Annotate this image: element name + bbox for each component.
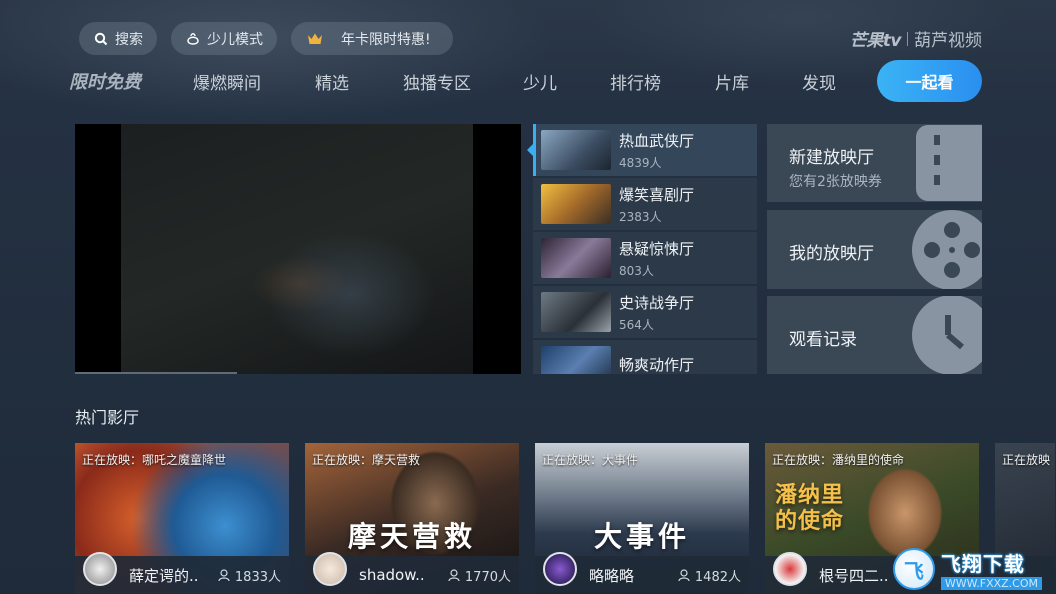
- viewer-count-text: 1833人: [234, 569, 281, 585]
- poster-title: 潘纳里的使命: [775, 483, 845, 534]
- hulu-video-logo: 葫芦视频: [914, 31, 982, 51]
- annual-offer-button[interactable]: 年卡限时特惠!: [291, 22, 453, 55]
- nav-item-kids[interactable]: 少儿: [523, 69, 557, 94]
- watermark-title: 飞翔下载: [940, 552, 1025, 576]
- search-button[interactable]: 搜索: [79, 22, 157, 55]
- host-name: 略略略: [589, 566, 635, 585]
- new-hall-title: 新建放映厅: [789, 148, 874, 168]
- video-player[interactable]: [75, 124, 521, 374]
- watermark-url: WWW.FXXZ.COM: [940, 577, 1042, 590]
- hall-item-comedy[interactable]: 爆笑喜剧厅 2383人: [533, 178, 757, 230]
- hall-thumbnail: [541, 184, 611, 224]
- top-bar: 搜索 少儿模式 年卡限时特惠!: [79, 22, 453, 55]
- history-title: 观看记录: [789, 330, 857, 350]
- hall-info-bar: 略略略 1482人: [535, 552, 749, 594]
- nav-free-limited[interactable]: 限时免费: [69, 68, 141, 94]
- hall-thumbnail: [541, 238, 611, 278]
- now-playing-text: 正在放映：哪吒之魔童降世: [82, 453, 227, 467]
- hall-item-war[interactable]: 史诗战争厅 564人: [533, 286, 757, 338]
- viewer-count: 1482人: [678, 566, 741, 585]
- hall-info-bar: shadow.. 1770人: [305, 552, 519, 594]
- user-icon: [448, 568, 460, 581]
- history-card[interactable]: 观看记录: [767, 296, 982, 374]
- hall-count: 803人: [619, 263, 654, 278]
- search-icon: [93, 31, 109, 47]
- new-hall-card[interactable]: 新建放映厅 您有2张放映券: [767, 124, 982, 202]
- user-icon: [678, 568, 690, 581]
- avatar: [543, 552, 577, 586]
- video-progress-bar: [75, 372, 237, 374]
- viewer-count: 1770人: [448, 566, 511, 585]
- poster-title: 大事件: [593, 520, 690, 553]
- hall-item-wuxia[interactable]: 热血武侠厅 4839人: [533, 124, 757, 176]
- now-playing-text: 正在放映：潘纳里的使命: [772, 453, 905, 467]
- hall-thumbnail: [541, 292, 611, 332]
- my-hall-title: 我的放映厅: [789, 244, 874, 264]
- poster-title: 摩天营救: [347, 520, 476, 553]
- user-icon: [218, 568, 230, 581]
- now-playing-text: 正在放映: [1002, 453, 1051, 467]
- hall-name: 畅爽动作厅: [619, 356, 695, 374]
- site-watermark: 飞 飞翔下载 WWW.FXXZ.COM: [892, 548, 1042, 590]
- hall-item-action[interactable]: 畅爽动作厅: [533, 340, 757, 374]
- viewer-count: 1833人: [218, 566, 281, 585]
- nav-item-exclusive[interactable]: 独播专区: [403, 69, 471, 94]
- hall-count: 4839人: [619, 155, 662, 170]
- watermark-logo-icon: 飞: [892, 548, 935, 590]
- now-playing-text: 正在放映：摩天营救: [312, 453, 421, 467]
- brand-logo: 芒果tv 葫芦视频: [850, 26, 982, 51]
- hot-halls-heading: 热门影厅: [75, 408, 140, 427]
- hall-count: 564人: [619, 317, 654, 332]
- mango-tv-logo: 芒果tv: [849, 31, 902, 51]
- annual-offer-label: 年卡限时特惠!: [341, 31, 431, 48]
- main-nav: 限时免费 爆燃瞬间 精选 独播专区 少儿 排行榜 片库 发现: [69, 60, 836, 102]
- tickets-text: 您有2张放映券: [789, 174, 882, 190]
- now-playing-text: 正在放映：大事件: [542, 453, 639, 467]
- viewer-count-text: 1770人: [464, 569, 511, 585]
- hot-hall-card[interactable]: 正在放映：大事件 大事件 略略略 1482人: [535, 443, 749, 594]
- hot-hall-card[interactable]: 正在放映：摩天营救 摩天营救 shadow.. 1770人: [305, 443, 519, 594]
- nav-item-rankings[interactable]: 排行榜: [610, 69, 661, 94]
- hall-list: 热血武侠厅 4839人 爆笑喜剧厅 2383人 悬疑惊悚厅 803人 史诗战争厅…: [533, 124, 757, 374]
- ticket-icon: [916, 125, 982, 201]
- my-hall-card[interactable]: 我的放映厅: [767, 210, 982, 289]
- host-name: 根号四二..: [819, 566, 889, 585]
- search-label: 搜索: [115, 31, 143, 48]
- nav-item-discover[interactable]: 发现: [802, 69, 836, 94]
- kids-mode-button[interactable]: 少儿模式: [171, 22, 277, 55]
- film-reel-icon: [912, 210, 982, 289]
- hall-name: 悬疑惊悚厅: [619, 239, 695, 258]
- host-name: shadow..: [359, 566, 425, 584]
- hot-hall-card[interactable]: 正在放映：哪吒之魔童降世 薛定谔的.. 1833人: [75, 443, 289, 594]
- avatar: [313, 552, 347, 586]
- nav-item-library[interactable]: 片库: [715, 69, 749, 94]
- hall-thumbnail: [541, 130, 611, 170]
- avatar: [83, 552, 117, 586]
- hall-item-thriller[interactable]: 悬疑惊悚厅 803人: [533, 232, 757, 284]
- hall-name: 热血武侠厅: [619, 131, 695, 150]
- hall-name: 史诗战争厅: [619, 293, 695, 312]
- hall-count: 2383人: [619, 209, 662, 224]
- video-frame: [121, 124, 473, 374]
- avatar: [773, 552, 807, 586]
- hall-name: 爆笑喜剧厅: [619, 185, 695, 204]
- watch-together-button[interactable]: 一起看: [877, 60, 982, 102]
- kids-face-icon: [185, 31, 201, 47]
- brand-divider: [907, 31, 908, 46]
- nav-item-featured[interactable]: 精选: [315, 69, 349, 94]
- viewer-count-text: 1482人: [694, 569, 741, 585]
- crown-icon: [307, 31, 323, 47]
- clock-icon: [912, 296, 982, 374]
- host-name: 薛定谔的..: [129, 566, 199, 585]
- kids-mode-label: 少儿模式: [207, 31, 263, 48]
- nav-item-highlights[interactable]: 爆燃瞬间: [193, 69, 261, 94]
- hall-info-bar: 薛定谔的.. 1833人: [75, 552, 289, 594]
- hall-thumbnail: [541, 346, 611, 374]
